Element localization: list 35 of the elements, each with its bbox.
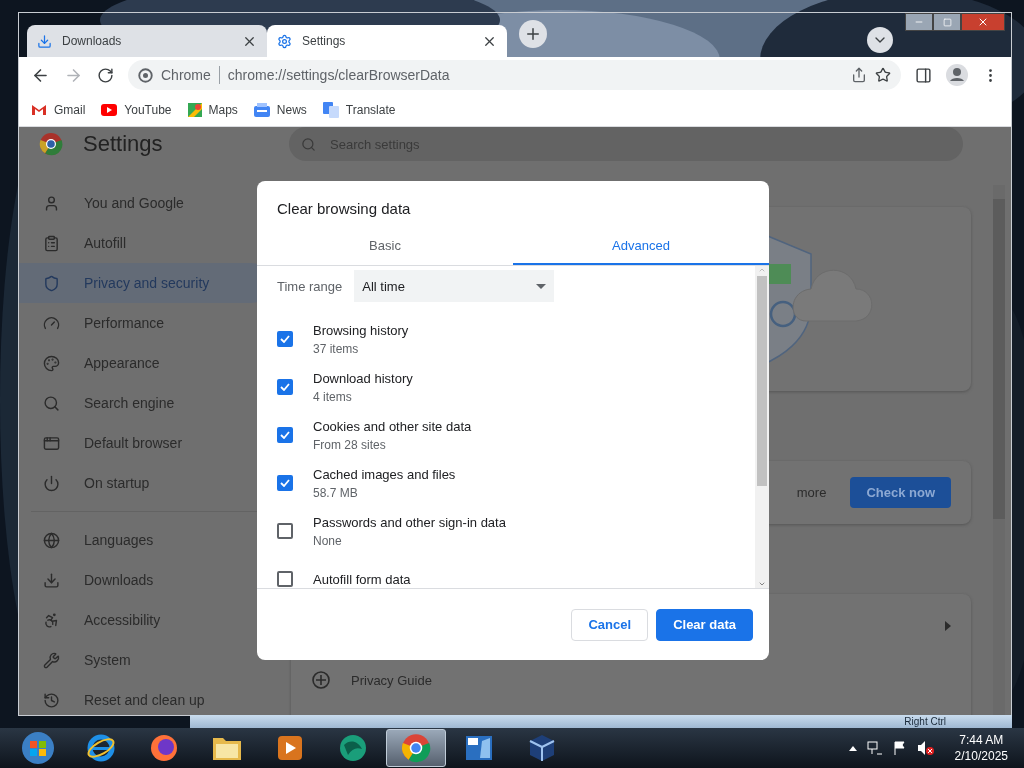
host-key-label: Right Ctrl xyxy=(904,716,946,727)
cancel-button[interactable]: Cancel xyxy=(571,608,649,641)
origin-label: Chrome xyxy=(161,67,211,83)
clear-data-button[interactable]: Clear data xyxy=(656,608,753,641)
privacy-guide-row[interactable]: Privacy Guide xyxy=(291,658,971,702)
option-label: Autofill form data xyxy=(313,571,411,587)
browser-tab[interactable]: Settings xyxy=(267,25,507,57)
option-detail: 58.7 MB xyxy=(313,485,359,500)
clock[interactable]: 7:44 AM 2/10/2025 xyxy=(954,733,1008,763)
bookmark-link[interactable]: News xyxy=(253,102,307,117)
check-now-button[interactable]: Check now xyxy=(850,477,951,508)
safety-check-text: more xyxy=(796,485,827,500)
dialog-tab[interactable]: Basic xyxy=(257,227,513,265)
option-label: Cookies and other site data xyxy=(313,418,472,434)
bookmark-link[interactable]: Maps xyxy=(187,102,238,117)
address-bar[interactable]: Chrome chrome://settings/clearBrowserData xyxy=(128,60,901,90)
bookmark-link[interactable]: YouTube xyxy=(101,102,172,117)
option-detail: From 28 sites xyxy=(313,437,387,452)
option-detail: 37 items xyxy=(313,341,360,356)
time-range-select[interactable]: All time xyxy=(354,270,555,302)
field-label: Time range xyxy=(277,278,343,294)
bookmark-link[interactable]: Gmail xyxy=(31,102,86,117)
option-detail: 4 items xyxy=(313,389,353,404)
option-label: Cached images and files xyxy=(313,466,456,482)
option-label: Passwords and other sign-in data xyxy=(313,514,506,530)
page-title: Settings xyxy=(83,131,163,157)
dialog-tab[interactable]: Advanced xyxy=(513,227,769,265)
dialog-title: Clear browsing data xyxy=(276,199,412,219)
option-label: Browsing history xyxy=(313,322,409,338)
url-text: chrome://settings/clearBrowserData xyxy=(227,67,451,83)
option-label: Download history xyxy=(313,370,413,386)
nav-item[interactable]: Reset and clean up xyxy=(19,680,271,715)
browser-tab[interactable]: Downloads xyxy=(27,25,267,57)
bookmark-link[interactable]: Translate xyxy=(322,101,396,118)
option-detail: None xyxy=(313,533,343,548)
